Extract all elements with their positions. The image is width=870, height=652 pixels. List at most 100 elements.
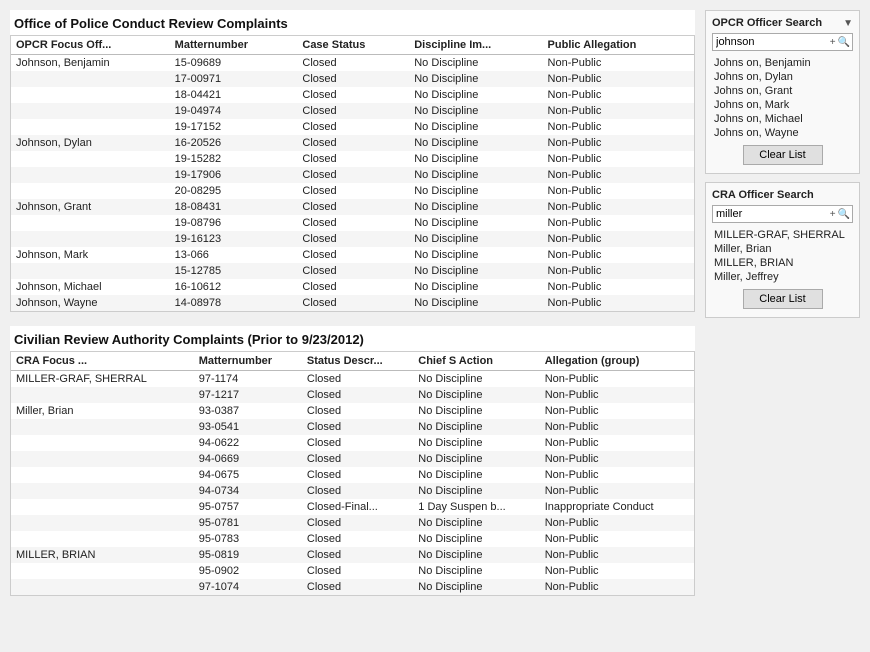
opcr-section: Office of Police Conduct Review Complain…: [10, 10, 695, 312]
officer-cell: [11, 419, 194, 435]
opcr-search-input-row[interactable]: + 🔍: [712, 33, 853, 51]
cra-search-title: CRA Officer Search: [712, 189, 814, 201]
action-cell: No Discipline: [413, 403, 539, 419]
matter-cell: 97-1217: [194, 387, 302, 403]
cra-search-input-row[interactable]: + 🔍: [712, 205, 853, 223]
action-cell: No Discipline: [413, 451, 539, 467]
status-cell: Closed: [297, 103, 409, 119]
cra-search-icon[interactable]: 🔍: [838, 209, 850, 220]
status-cell: Closed: [297, 263, 409, 279]
table-row: 19-15282 Closed No Discipline Non-Public: [11, 151, 694, 167]
action-cell: 1 Day Suspen b...: [413, 499, 539, 515]
discipline-cell: No Discipline: [409, 103, 542, 119]
table-row: 17-00971 Closed No Discipline Non-Public: [11, 71, 694, 87]
matter-cell: 19-17152: [170, 119, 298, 135]
status-cell: Closed: [297, 119, 409, 135]
opcr-search-icon[interactable]: 🔍: [838, 37, 850, 48]
cra-plus-icon[interactable]: +: [830, 209, 836, 220]
opcr-search-input[interactable]: [713, 34, 828, 50]
matter-cell: 15-09689: [170, 55, 298, 72]
table-row: Johnson, Dylan 16-20526 Closed No Discip…: [11, 135, 694, 151]
discipline-cell: No Discipline: [409, 279, 542, 295]
officer-cell: Johnson, Michael: [11, 279, 170, 295]
matter-cell: 97-1174: [194, 371, 302, 388]
list-item[interactable]: Johns on, Mark: [712, 98, 853, 112]
allegation-cell: Non-Public: [543, 119, 694, 135]
status-cell: Closed: [302, 515, 413, 531]
officer-cell: [11, 87, 170, 103]
opcr-col-discipline: Discipline Im...: [409, 36, 542, 55]
matter-cell: 16-10612: [170, 279, 298, 295]
table-row: 19-04974 Closed No Discipline Non-Public: [11, 103, 694, 119]
status-cell: Closed: [297, 87, 409, 103]
officer-cell: [11, 215, 170, 231]
status-cell: Closed: [297, 231, 409, 247]
allegation-cell: Non-Public: [540, 419, 694, 435]
discipline-cell: No Discipline: [409, 135, 542, 151]
list-item[interactable]: Johns on, Grant: [712, 84, 853, 98]
list-item[interactable]: Miller, Jeffrey: [712, 270, 853, 284]
cra-col-status: Status Descr...: [302, 352, 413, 371]
officer-cell: [11, 151, 170, 167]
action-cell: No Discipline: [413, 483, 539, 499]
list-item[interactable]: MILLER-GRAF, SHERRAL: [712, 228, 853, 242]
status-cell: Closed: [297, 135, 409, 151]
action-cell: No Discipline: [413, 467, 539, 483]
status-cell: Closed: [302, 451, 413, 467]
opcr-col-allegation: Public Allegation: [543, 36, 694, 55]
allegation-cell: Non-Public: [540, 515, 694, 531]
officer-cell: [11, 435, 194, 451]
status-cell: Closed: [297, 55, 409, 72]
matter-cell: 93-0541: [194, 419, 302, 435]
officer-cell: [11, 387, 194, 403]
allegation-cell: Non-Public: [540, 531, 694, 547]
officer-cell: [11, 231, 170, 247]
opcr-clear-button[interactable]: Clear List: [743, 145, 823, 165]
list-item[interactable]: Johns on, Wayne: [712, 126, 853, 140]
officer-cell: [11, 71, 170, 87]
allegation-cell: Non-Public: [540, 579, 694, 595]
status-cell: Closed: [302, 483, 413, 499]
allegation-cell: Non-Public: [543, 167, 694, 183]
action-cell: No Discipline: [413, 371, 539, 388]
discipline-cell: No Discipline: [409, 151, 542, 167]
matter-cell: 20-08295: [170, 183, 298, 199]
discipline-cell: No Discipline: [409, 247, 542, 263]
list-item[interactable]: Miller, Brian: [712, 242, 853, 256]
status-cell: Closed: [302, 579, 413, 595]
officer-cell: [11, 183, 170, 199]
matter-cell: 95-0902: [194, 563, 302, 579]
opcr-dropdown-arrow[interactable]: ▼: [843, 18, 853, 29]
matter-cell: 95-0781: [194, 515, 302, 531]
status-cell: Closed: [302, 403, 413, 419]
page-container: Office of Police Conduct Review Complain…: [0, 0, 870, 652]
opcr-col-officer: OPCR Focus Off...: [11, 36, 170, 55]
cra-clear-button[interactable]: Clear List: [743, 289, 823, 309]
cra-col-matter: Matternumber: [194, 352, 302, 371]
action-cell: No Discipline: [413, 579, 539, 595]
table-row: Johnson, Benjamin 15-09689 Closed No Dis…: [11, 55, 694, 72]
matter-cell: 94-0734: [194, 483, 302, 499]
matter-cell: 17-00971: [170, 71, 298, 87]
officer-cell: Johnson, Mark: [11, 247, 170, 263]
opcr-plus-icon[interactable]: +: [830, 37, 836, 48]
status-cell: Closed: [302, 531, 413, 547]
status-cell: Closed: [302, 547, 413, 563]
table-row: Johnson, Michael 16-10612 Closed No Disc…: [11, 279, 694, 295]
table-row: 93-0541 Closed No Discipline Non-Public: [11, 419, 694, 435]
list-item[interactable]: MILLER, BRIAN: [712, 256, 853, 270]
list-item[interactable]: Johns on, Dylan: [712, 70, 853, 84]
table-row: 19-16123 Closed No Discipline Non-Public: [11, 231, 694, 247]
cra-search-input[interactable]: [713, 206, 828, 222]
table-row: Johnson, Mark 13-066 Closed No Disciplin…: [11, 247, 694, 263]
status-cell: Closed: [302, 435, 413, 451]
list-item[interactable]: Johns on, Michael: [712, 112, 853, 126]
allegation-cell: Non-Public: [540, 483, 694, 499]
matter-cell: 19-15282: [170, 151, 298, 167]
allegation-cell: Non-Public: [543, 87, 694, 103]
matter-cell: 95-0783: [194, 531, 302, 547]
table-row: 20-08295 Closed No Discipline Non-Public: [11, 183, 694, 199]
table-row: 18-04421 Closed No Discipline Non-Public: [11, 87, 694, 103]
officer-cell: [11, 563, 194, 579]
list-item[interactable]: Johns on, Benjamin: [712, 56, 853, 70]
